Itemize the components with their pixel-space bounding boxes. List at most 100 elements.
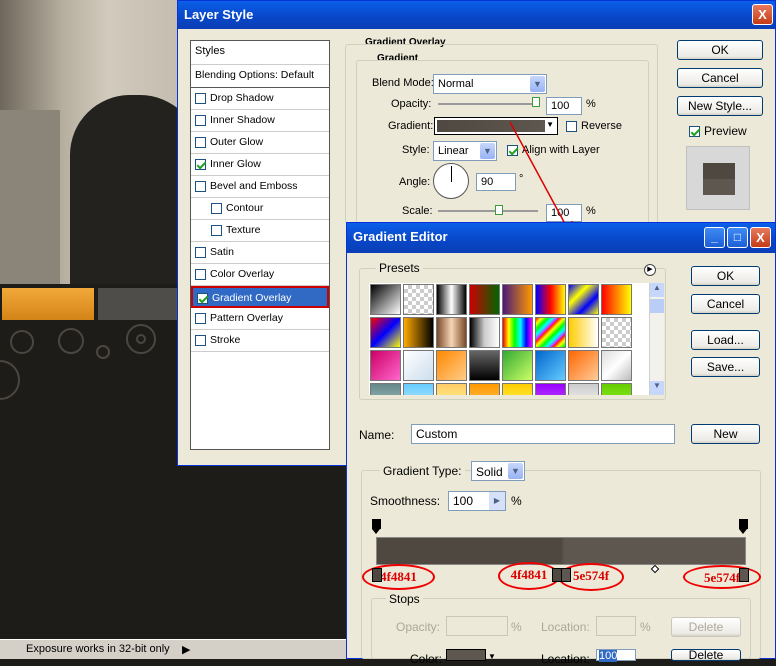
cancel-button[interactable]: Cancel [677, 68, 763, 88]
maximize-icon[interactable]: □ [727, 227, 748, 248]
preset-swatch[interactable] [370, 317, 401, 348]
preset-swatch[interactable] [436, 317, 467, 348]
style-item-stroke[interactable]: Stroke [191, 330, 329, 352]
preset-swatch[interactable] [502, 383, 533, 395]
load-button[interactable]: Load... [691, 330, 760, 350]
style-select[interactable]: Linear ▼ [433, 141, 497, 161]
preset-swatch[interactable] [568, 284, 599, 315]
checkbox[interactable] [211, 224, 222, 236]
preset-swatch[interactable] [469, 350, 500, 381]
preset-swatch[interactable] [403, 383, 434, 395]
preset-swatch[interactable] [469, 317, 500, 348]
style-item-inner-shadow[interactable]: Inner Shadow [191, 110, 329, 132]
opacity-stop-right[interactable] [739, 519, 749, 535]
style-item-gradient-overlay[interactable]: Gradient Overlay [191, 286, 329, 308]
styles-header[interactable]: Styles [191, 41, 329, 65]
color-stop-3[interactable] [561, 568, 571, 582]
photo-arm [0, 110, 60, 284]
stop-location-input[interactable] [596, 616, 636, 636]
ge-ok-button[interactable]: OK [691, 266, 760, 286]
close-icon[interactable]: X [752, 4, 773, 25]
style-item-outer-glow[interactable]: Outer Glow [191, 132, 329, 154]
preset-swatch[interactable] [568, 383, 599, 395]
preset-swatch[interactable] [568, 317, 599, 348]
style-item-contour[interactable]: Contour [191, 198, 329, 220]
scroll-thumb[interactable] [650, 299, 664, 313]
color-location-input[interactable]: 100 [596, 649, 636, 662]
opacity-slider[interactable] [438, 103, 538, 105]
preset-swatch[interactable] [502, 284, 533, 315]
blend-mode-select[interactable]: Normal ▼ [433, 74, 547, 94]
preset-swatch[interactable] [568, 350, 599, 381]
preset-swatch[interactable] [502, 350, 533, 381]
presets-scrollbar[interactable]: ▲ ▼ [649, 283, 664, 395]
stop-color-swatch[interactable] [446, 649, 486, 661]
opacity-slider-thumb[interactable] [532, 97, 540, 107]
preset-swatch[interactable] [370, 284, 401, 315]
gradient-type-select[interactable]: Solid ▼ [471, 461, 525, 481]
preset-swatch[interactable] [469, 383, 500, 395]
new-style-button[interactable]: New Style... [677, 96, 763, 116]
status-arrow-icon[interactable]: ▶ [182, 643, 190, 656]
ge-cancel-button[interactable]: Cancel [691, 294, 760, 314]
close-icon[interactable]: X [750, 227, 771, 248]
opacity-stop-left[interactable] [372, 519, 382, 535]
checkbox[interactable] [195, 158, 206, 170]
gradient-bar[interactable] [376, 537, 746, 565]
style-item-pattern-overlay[interactable]: Pattern Overlay [191, 308, 329, 330]
blending-options[interactable]: Blending Options: Default [191, 65, 329, 88]
name-input[interactable]: Custom [411, 424, 675, 444]
preset-swatch[interactable] [436, 383, 467, 395]
preset-swatch[interactable] [436, 284, 467, 315]
preset-swatch[interactable] [601, 383, 632, 395]
delete-opacity-button[interactable]: Delete [671, 617, 741, 637]
smoothness-input[interactable]: 100 ▶ [448, 491, 506, 511]
minimize-icon[interactable]: _ [704, 227, 725, 248]
preset-swatch[interactable] [601, 350, 632, 381]
new-button[interactable]: New [691, 424, 760, 444]
checkbox[interactable] [195, 246, 206, 258]
preset-swatch[interactable] [601, 284, 632, 315]
style-item-texture[interactable]: Texture [191, 220, 329, 242]
delete-color-button[interactable]: Delete [671, 649, 741, 661]
scroll-down-icon[interactable]: ▼ [650, 381, 664, 395]
preview-checkbox[interactable]: Preview [689, 124, 747, 138]
stop-opacity-input[interactable] [446, 616, 508, 636]
checkbox[interactable] [211, 202, 222, 214]
color-stop-4[interactable] [739, 568, 749, 582]
style-item-color-overlay[interactable]: Color Overlay [191, 264, 329, 286]
preset-swatch[interactable] [403, 317, 434, 348]
opacity-input[interactable]: 100 [546, 97, 582, 115]
style-item-satin[interactable]: Satin [191, 242, 329, 264]
save-button[interactable]: Save... [691, 357, 760, 377]
style-item-inner-glow[interactable]: Inner Glow [191, 154, 329, 176]
preset-swatch[interactable] [535, 350, 566, 381]
presets-menu-icon[interactable]: ▶ [644, 264, 656, 276]
preset-swatch[interactable] [370, 383, 401, 395]
angle-dial[interactable] [433, 163, 469, 199]
preset-swatch[interactable] [370, 350, 401, 381]
preset-swatch[interactable] [403, 284, 434, 315]
style-item-drop-shadow[interactable]: Drop Shadow [191, 88, 329, 110]
preset-swatch[interactable] [601, 317, 632, 348]
color-stop-1[interactable] [372, 568, 382, 582]
preset-swatch[interactable] [403, 350, 434, 381]
preset-swatch[interactable] [469, 284, 500, 315]
checkbox[interactable] [197, 292, 208, 304]
checkbox[interactable] [195, 114, 206, 126]
style-item-bevel-and-emboss[interactable]: Bevel and Emboss [191, 176, 329, 198]
checkbox[interactable] [195, 268, 206, 280]
preset-swatch[interactable] [535, 317, 566, 348]
chevron-down-icon[interactable]: ▼ [488, 652, 496, 661]
checkbox[interactable] [195, 180, 206, 192]
scroll-up-icon[interactable]: ▲ [650, 283, 664, 297]
preset-swatch[interactable] [502, 317, 533, 348]
checkbox[interactable] [195, 312, 206, 324]
preset-swatch[interactable] [535, 383, 566, 395]
ok-button[interactable]: OK [677, 40, 763, 60]
preset-swatch[interactable] [436, 350, 467, 381]
checkbox[interactable] [195, 92, 206, 104]
checkbox[interactable] [195, 334, 206, 346]
checkbox[interactable] [195, 136, 206, 148]
preset-swatch[interactable] [535, 284, 566, 315]
